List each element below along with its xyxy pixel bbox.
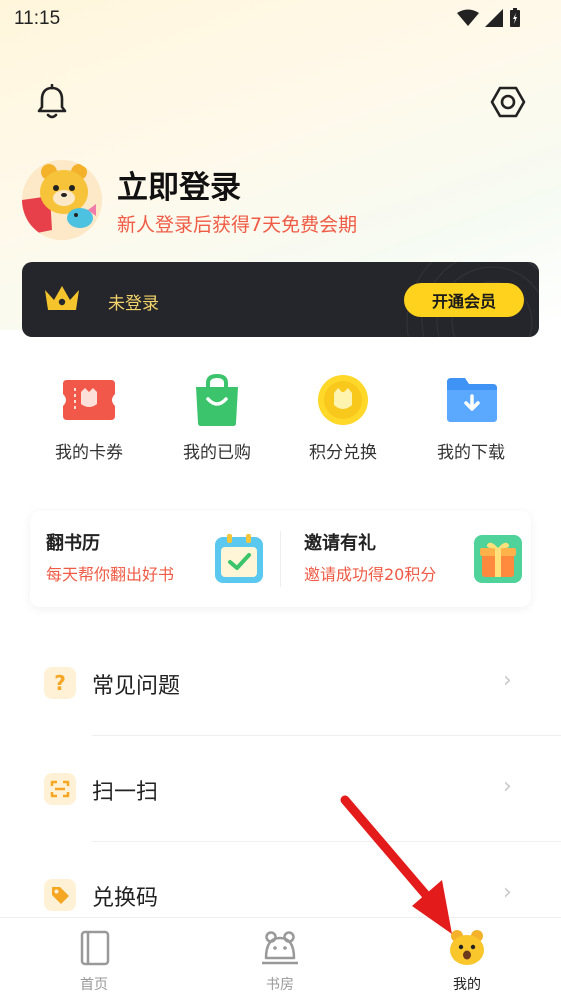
question-icon: ? — [44, 667, 76, 699]
signal-icon — [485, 9, 503, 27]
tab-label: 书房 — [266, 977, 294, 993]
quick-action-label: 我的已购 — [183, 443, 251, 463]
promo-subtitle: 每天帮你翻出好书 — [46, 565, 175, 584]
quick-action-downloads[interactable]: 我的下载 — [416, 370, 526, 463]
menu-item-label: 兑换码 — [92, 886, 159, 911]
shopping-bag-icon — [187, 370, 247, 430]
login-title[interactable]: 立即登录 — [117, 162, 241, 207]
quick-action-label: 我的下载 — [437, 443, 505, 463]
tab-label: 我的 — [453, 977, 481, 993]
tab-bookshelf[interactable]: 书房 — [220, 928, 340, 994]
bear-face-icon — [450, 930, 484, 965]
tab-home[interactable]: 首页 — [34, 928, 154, 994]
bear-outline-icon — [262, 931, 298, 965]
chevron-right-icon: › — [503, 668, 512, 693]
status-time: 11:15 — [14, 8, 61, 29]
bear-mascot-icon — [22, 160, 102, 240]
quick-action-points[interactable]: 积分兑换 — [288, 370, 398, 463]
notification-bell-button[interactable] — [32, 82, 72, 122]
status-bar: 11:15 — [0, 0, 561, 40]
bottom-tab-bar: 首页 书房 我的 — [0, 917, 561, 1000]
tab-label: 首页 — [80, 977, 108, 993]
menu-item-scan[interactable]: 扫一扫 › — [0, 736, 561, 842]
tag-icon — [44, 879, 76, 911]
battery-icon — [510, 8, 520, 27]
promo-title: 翻书历 — [46, 533, 100, 554]
avatar[interactable] — [22, 160, 102, 240]
scan-icon — [44, 773, 76, 805]
status-icons — [457, 8, 521, 28]
promo-card: 翻书历 每天帮你翻出好书 邀请有礼 邀请成功得20积分 — [30, 511, 531, 607]
quick-action-purchased[interactable]: 我的已购 — [162, 370, 272, 463]
open-vip-button[interactable]: 开通会员 — [404, 283, 524, 317]
quick-action-label: 我的卡券 — [55, 443, 123, 463]
calendar-icon — [213, 533, 265, 589]
chevron-right-icon: › — [503, 880, 512, 905]
promo-book-calendar[interactable]: 翻书历 每天帮你翻出好书 — [30, 511, 280, 607]
vip-card[interactable]: 未登录 开通会员 — [22, 262, 539, 337]
bell-icon — [37, 84, 67, 119]
menu-item-label: 扫一扫 — [92, 780, 159, 805]
wifi-icon — [457, 9, 479, 26]
coupon-icon — [59, 370, 119, 430]
settings-button[interactable] — [488, 82, 528, 122]
coin-icon — [313, 370, 373, 430]
vip-status-label: 未登录 — [108, 294, 159, 314]
login-subtitle: 新人登录后获得7天免费会期 — [117, 214, 358, 236]
gift-icon — [472, 533, 524, 589]
crown-icon — [42, 282, 82, 320]
tab-mine[interactable]: 我的 — [407, 928, 527, 994]
quick-action-coupons[interactable]: 我的卡券 — [34, 370, 144, 463]
chevron-right-icon: › — [503, 774, 512, 799]
gear-icon — [490, 86, 526, 118]
book-icon — [80, 930, 110, 966]
promo-invite[interactable]: 邀请有礼 邀请成功得20积分 — [281, 511, 531, 607]
quick-action-label: 积分兑换 — [309, 443, 377, 463]
menu-item-label: 常见问题 — [92, 674, 181, 699]
menu-item-faq[interactable]: ? 常见问题 › — [0, 630, 561, 736]
download-folder-icon — [441, 370, 501, 430]
promo-title: 邀请有礼 — [304, 533, 376, 554]
promo-subtitle: 邀请成功得20积分 — [304, 565, 437, 584]
